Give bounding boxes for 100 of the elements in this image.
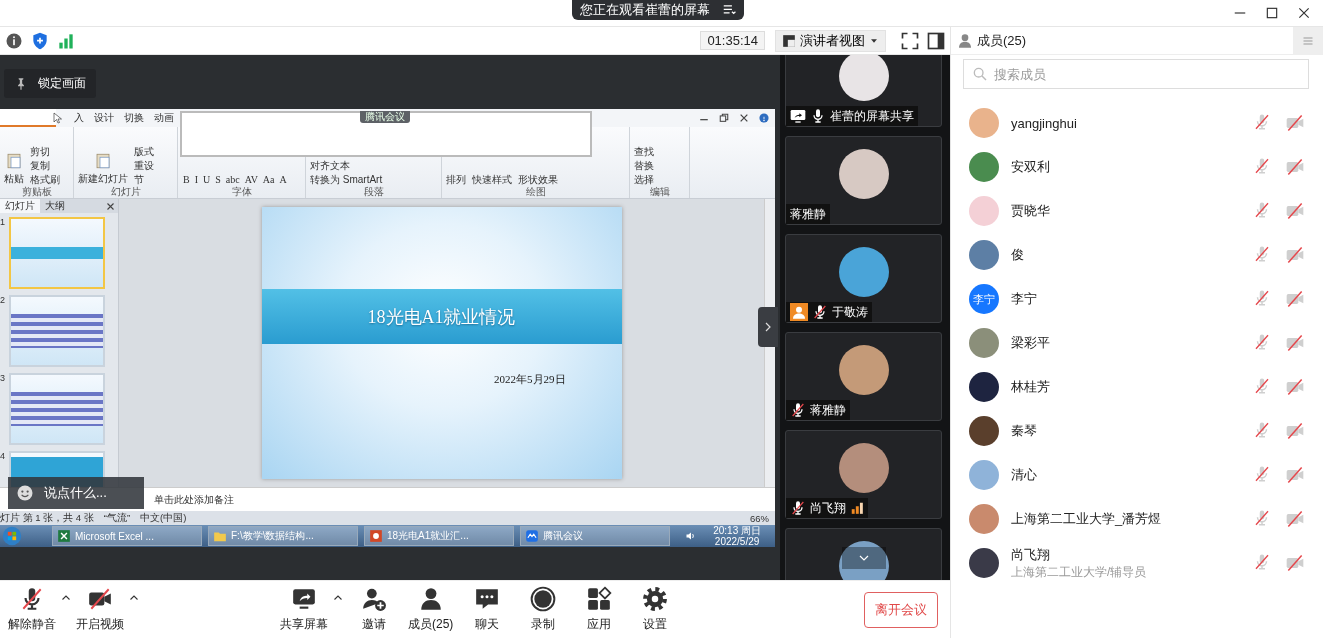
font-format-button[interactable]: abc	[224, 173, 241, 186]
ribbon-button[interactable]: 版式	[134, 145, 154, 158]
camera-off-icon[interactable]	[1285, 113, 1305, 133]
video-tile[interactable]: 蒋雅静	[785, 136, 942, 225]
ribbon-button[interactable]: 查找	[634, 145, 654, 158]
toolbar-button[interactable]: 邀请	[348, 586, 400, 633]
slide-thumbnail[interactable]	[9, 373, 105, 445]
toolbar-button[interactable]: 设置	[629, 586, 682, 633]
muted-microphone-icon[interactable]	[1253, 377, 1271, 395]
ribbon-button[interactable]: 选择	[634, 173, 654, 186]
ribbon-button[interactable]: 粘贴	[4, 152, 24, 186]
panel-tab[interactable]: 幻灯片	[0, 199, 40, 213]
font-format-button[interactable]: A	[278, 173, 288, 186]
list-icon[interactable]	[721, 3, 736, 17]
panel-tab[interactable]: 大纲	[40, 199, 70, 213]
muted-microphone-icon[interactable]	[1253, 421, 1271, 439]
camera-off-icon[interactable]	[1285, 509, 1305, 529]
camera-off-icon[interactable]	[1285, 377, 1305, 397]
member-row[interactable]: 清心	[951, 453, 1323, 497]
file-tab[interactable]	[0, 109, 56, 127]
view-mode-dropdown[interactable]: 演讲者视图	[775, 29, 886, 52]
ribbon-button[interactable]: 排列	[446, 173, 466, 186]
muted-microphone-icon[interactable]	[1253, 157, 1271, 175]
close-icon[interactable]	[739, 113, 749, 123]
muted-microphone-icon[interactable]	[1253, 333, 1271, 351]
camera-off-icon[interactable]	[1285, 421, 1305, 441]
video-tile[interactable]: 崔蕾的屏幕共享	[785, 55, 942, 127]
camera-off-icon[interactable]	[1285, 333, 1305, 353]
member-row[interactable]: 上海第二工业大学_潘芳煜	[951, 497, 1323, 541]
muted-microphone-icon[interactable]	[1253, 509, 1271, 527]
toolbar-button[interactable]: 解除静音	[4, 586, 60, 633]
camera-off-icon[interactable]	[1285, 289, 1305, 309]
fullscreen-icon[interactable]	[900, 30, 920, 51]
toolbar-button[interactable]: 开启视频	[72, 586, 128, 633]
toolbar-button[interactable]: 共享屏幕	[276, 586, 332, 633]
close-icon[interactable]	[1297, 6, 1311, 20]
expand-handle[interactable]	[758, 307, 778, 347]
font-format-button[interactable]: Aa	[261, 173, 276, 186]
video-tile[interactable]: 蒋雅静	[785, 332, 942, 421]
toolbar-button[interactable]: 应用	[573, 586, 626, 633]
restore-icon[interactable]	[719, 113, 729, 123]
ribbon-button[interactable]: 节	[134, 173, 154, 186]
member-row[interactable]: 贾晓华	[951, 189, 1323, 233]
font-format-button[interactable]: I	[193, 173, 199, 186]
camera-off-icon[interactable]	[1285, 245, 1305, 265]
chat-input[interactable]: 说点什么...	[8, 477, 144, 509]
camera-off-icon[interactable]	[1285, 465, 1305, 485]
ribbon-button[interactable]: 重设	[134, 159, 154, 172]
muted-microphone-icon[interactable]	[1253, 201, 1271, 219]
camera-off-icon[interactable]	[1285, 553, 1305, 573]
video-tile[interactable]: 尚飞翔	[785, 430, 942, 519]
start-orb-icon[interactable]	[2, 526, 22, 546]
ribbon-button[interactable]: 剪切	[30, 145, 60, 158]
muted-microphone-icon[interactable]	[1253, 289, 1271, 307]
ribbon-button[interactable]: 新建幻灯片	[78, 152, 128, 186]
muted-microphone-icon[interactable]	[1253, 113, 1271, 131]
ribbon-button[interactable]: 复制	[30, 159, 60, 172]
camera-off-icon[interactable]	[1285, 157, 1305, 177]
member-row[interactable]: 梁彩平	[951, 321, 1323, 365]
member-row[interactable]: 林桂芳	[951, 365, 1323, 409]
muted-microphone-icon[interactable]	[1253, 245, 1271, 263]
shield-icon[interactable]	[30, 30, 50, 51]
maximize-icon[interactable]	[1265, 6, 1279, 20]
member-row[interactable]: 秦琴	[951, 409, 1323, 453]
member-row[interactable]: 尚飞翔 上海第二工业大学/辅导员	[951, 541, 1323, 585]
font-format-button[interactable]: S	[214, 173, 222, 186]
slide-thumbnail[interactable]	[9, 217, 105, 289]
ribbon-button[interactable]: 替换	[634, 159, 654, 172]
font-format-button[interactable]: B	[182, 173, 191, 186]
ribbon-button[interactable]: 对齐文本	[310, 159, 383, 172]
video-tile[interactable]: 于敬涛	[785, 234, 942, 323]
toolbar-button[interactable]: 录制	[517, 586, 570, 633]
member-row[interactable]: 俊	[951, 233, 1323, 277]
leave-meeting-button[interactable]: 离开会议	[864, 591, 938, 628]
scroll-down-button[interactable]	[841, 547, 886, 569]
ribbon-button[interactable]: 快速样式	[472, 173, 512, 186]
slide-thumbnail[interactable]	[9, 295, 105, 367]
ribbon-button[interactable]: 格式刷	[30, 173, 60, 186]
member-row[interactable]: 李宁 李宁	[951, 277, 1323, 321]
lock-view-button[interactable]: 锁定画面	[4, 69, 96, 98]
muted-microphone-icon[interactable]	[1253, 553, 1271, 571]
ribbon-button[interactable]: 转换为 SmartArt	[310, 173, 383, 186]
help-icon[interactable]	[759, 113, 769, 123]
camera-off-icon[interactable]	[1285, 201, 1305, 221]
ribbon-tab[interactable]: 动画	[154, 111, 174, 125]
font-format-button[interactable]: AV	[243, 173, 259, 186]
ribbon-tab[interactable]: 切换	[124, 111, 144, 125]
member-row[interactable]: yangjinghui	[951, 101, 1323, 145]
font-format-button[interactable]: U	[202, 173, 212, 186]
ribbon-button[interactable]: 形状效果	[518, 173, 558, 186]
sidebar-icon[interactable]	[926, 30, 946, 51]
toolbar-button[interactable]: 成员(25)	[404, 586, 458, 633]
search-field[interactable]: 搜索成员	[963, 59, 1309, 89]
muted-microphone-icon[interactable]	[1253, 465, 1271, 483]
ribbon-tab[interactable]: 入	[74, 111, 84, 125]
ribbon-tab[interactable]: 设计	[94, 111, 114, 125]
close-icon[interactable]	[106, 201, 115, 211]
member-row[interactable]: 安双利	[951, 145, 1323, 189]
notes-placeholder[interactable]: 单击此处添加备注	[154, 492, 234, 507]
toolbar-button[interactable]: 聊天	[461, 586, 514, 633]
